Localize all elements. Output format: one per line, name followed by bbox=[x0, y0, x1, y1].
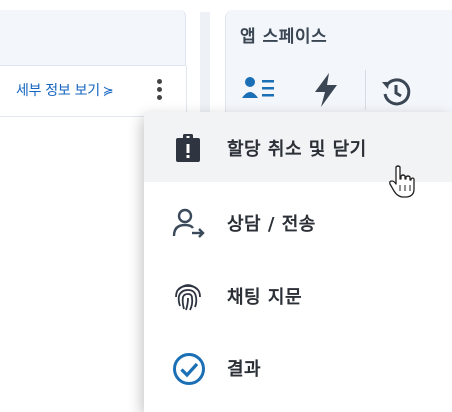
check-circle-icon bbox=[172, 352, 205, 385]
kebab-dot bbox=[156, 95, 162, 100]
menu-item-label: 결과 bbox=[227, 359, 262, 380]
app-space-title: 앱 스페이스 bbox=[240, 27, 328, 47]
view-details-link[interactable]: 세부 정보 보기 ≽ bbox=[16, 80, 114, 100]
contact-list-icon[interactable] bbox=[241, 74, 277, 108]
icon-divider bbox=[365, 70, 366, 110]
left-panel-header bbox=[0, 10, 186, 66]
menu-item-label: 할당 취소 및 닫기 bbox=[227, 139, 367, 160]
menu-item-label: 채팅 지문 bbox=[227, 287, 303, 308]
hand-pointer-cursor-icon bbox=[388, 165, 416, 199]
menu-item-chat-fingerprint[interactable]: 채팅 지문 bbox=[144, 260, 452, 330]
clipboard-alert-icon bbox=[172, 132, 204, 164]
more-actions-button[interactable] bbox=[150, 76, 168, 106]
kebab-dot bbox=[156, 79, 162, 84]
user-transfer-icon bbox=[172, 207, 205, 239]
fingerprint-icon bbox=[172, 280, 204, 312]
lightning-icon[interactable] bbox=[312, 72, 340, 112]
double-chevron-down-icon: ≽ bbox=[102, 84, 114, 99]
menu-item-result[interactable]: 결과 bbox=[144, 332, 452, 402]
menu-item-label: 상담 / 전송 bbox=[227, 214, 316, 235]
history-icon[interactable] bbox=[380, 76, 412, 112]
kebab-dot bbox=[156, 87, 162, 92]
view-details-label: 세부 정보 보기 bbox=[16, 83, 100, 99]
actions-dropdown-menu: 할당 취소 및 닫기 상담 / 전송 채팅 지문 결과 bbox=[144, 112, 452, 412]
